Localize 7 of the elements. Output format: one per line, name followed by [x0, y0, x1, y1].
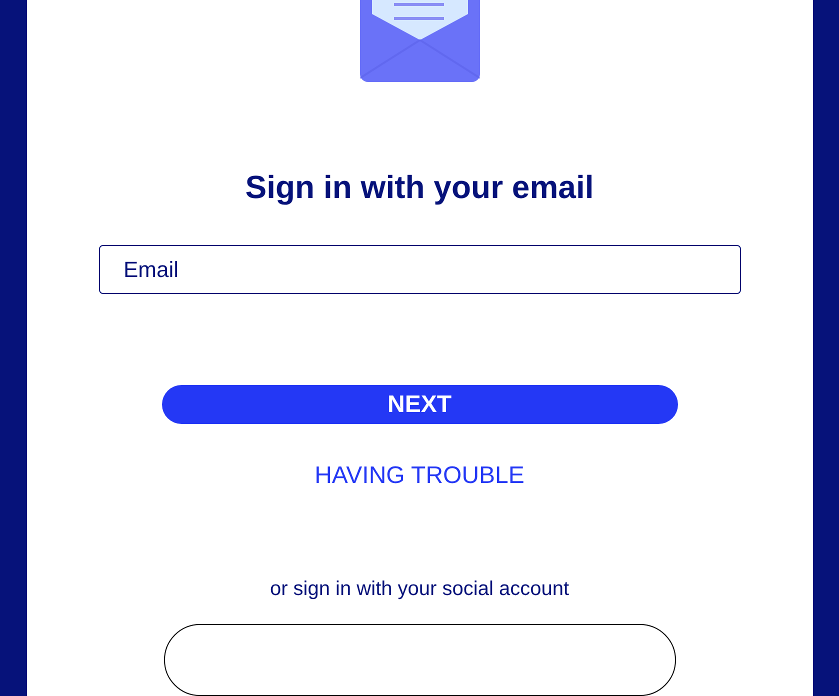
social-login-button[interactable]	[164, 624, 676, 696]
email-field[interactable]: Email	[98, 245, 740, 294]
page-title: Sign in with your email	[245, 168, 594, 207]
having-trouble-link[interactable]: HAVING TROUBLE	[314, 458, 524, 494]
next-button[interactable]: NEXT	[162, 385, 678, 424]
social-prompt: or sign in with your social account	[270, 577, 570, 602]
envelope-icon	[360, 0, 480, 83]
